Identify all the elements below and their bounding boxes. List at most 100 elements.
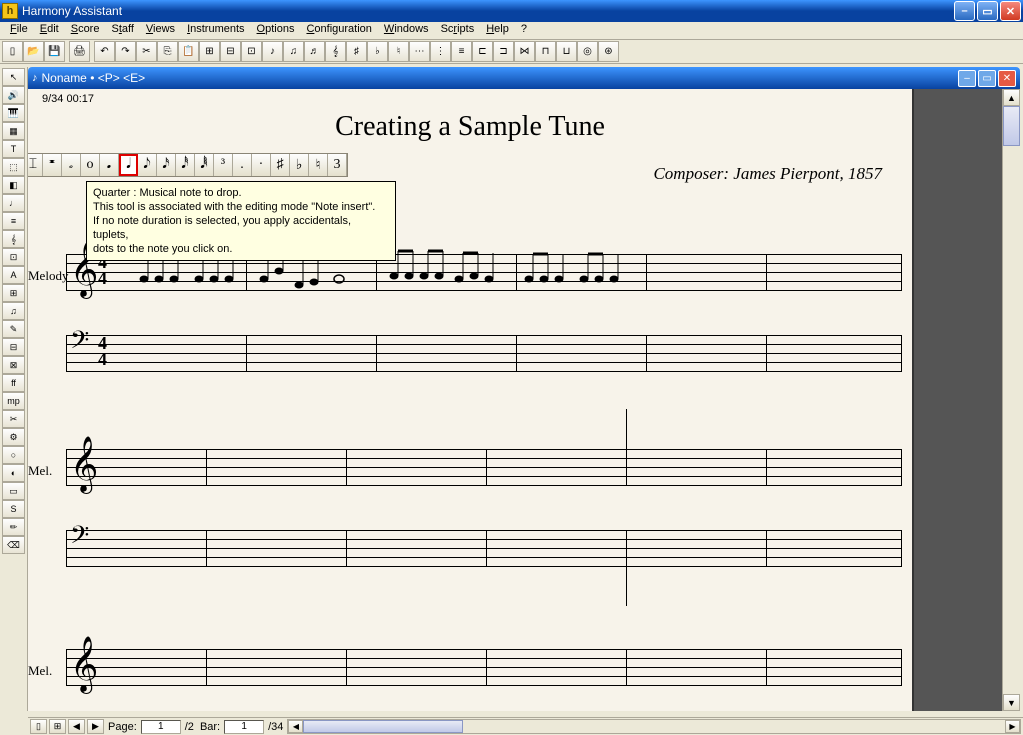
tb-copy[interactable]: ⎘: [157, 41, 178, 62]
menu-views[interactable]: Views: [140, 22, 181, 39]
note-duration-6[interactable]: 𝅘𝅥𝅮: [138, 154, 157, 176]
menu-question[interactable]: ?: [515, 22, 533, 39]
staff-system-2[interactable]: Mel. 𝄞 𝄢: [66, 449, 902, 566]
note-duration-12[interactable]: ·: [252, 154, 271, 176]
left-tool-22[interactable]: ◐: [2, 464, 25, 482]
note-duration-8[interactable]: 𝅘𝅥𝅰: [176, 154, 195, 176]
left-tool-12[interactable]: ⊞: [2, 284, 25, 302]
vertical-scrollbar[interactable]: ▲ ▼: [1002, 89, 1020, 711]
note-duration-7[interactable]: 𝅘𝅥𝅯: [157, 154, 176, 176]
doc-minimize-button[interactable]: –: [958, 70, 976, 87]
doc-maximize-button[interactable]: ▭: [978, 70, 996, 87]
save-button[interactable]: 💾: [44, 41, 65, 62]
maximize-button[interactable]: ▭: [977, 1, 998, 21]
note-duration-13[interactable]: ♯: [271, 154, 290, 176]
tb-11[interactable]: ♬: [304, 41, 325, 62]
scroll-right-button[interactable]: ▶: [1005, 720, 1020, 733]
tb-13[interactable]: ♯: [346, 41, 367, 62]
note-duration-16[interactable]: 3: [328, 154, 347, 176]
tb-paste[interactable]: 📋: [178, 41, 199, 62]
tb-21[interactable]: ⋈: [514, 41, 535, 62]
tb-24[interactable]: ◎: [577, 41, 598, 62]
left-tool-2[interactable]: 🎹: [2, 104, 25, 122]
left-tool-1[interactable]: 🔊: [2, 86, 25, 104]
menu-configuration[interactable]: Configuration: [300, 22, 377, 39]
left-tool-19[interactable]: ✂: [2, 410, 25, 428]
menu-options[interactable]: Options: [251, 22, 301, 39]
page-input[interactable]: [141, 720, 181, 734]
new-button[interactable]: ▯: [2, 41, 23, 62]
left-tool-14[interactable]: ✎: [2, 320, 25, 338]
tb-6[interactable]: ⊞: [199, 41, 220, 62]
note-duration-4[interactable]: 𝅘: [100, 154, 119, 176]
note-duration-1[interactable]: 𝄺: [43, 154, 62, 176]
menu-score[interactable]: Score: [65, 22, 106, 39]
sb-next-page[interactable]: ▶: [87, 719, 104, 734]
left-tool-24[interactable]: S: [2, 500, 25, 518]
left-tool-3[interactable]: ▦: [2, 122, 25, 140]
open-button[interactable]: 📂: [23, 41, 44, 62]
bass-staff-2[interactable]: 𝄢: [66, 530, 902, 566]
menu-windows[interactable]: Windows: [378, 22, 435, 39]
staff-system-1[interactable]: Melody 𝄞 44: [66, 254, 902, 371]
note-duration-15[interactable]: ♮: [309, 154, 328, 176]
left-tool-9[interactable]: 𝄞: [2, 230, 25, 248]
note-duration-14[interactable]: ♭: [290, 154, 309, 176]
doc-close-button[interactable]: ✕: [998, 70, 1016, 87]
tb-23[interactable]: ⊔: [556, 41, 577, 62]
tb-12[interactable]: 𝄞: [325, 41, 346, 62]
menu-help[interactable]: Help: [480, 22, 515, 39]
left-tool-16[interactable]: ⊠: [2, 356, 25, 374]
note-duration-9[interactable]: 𝅘𝅥𝅱: [195, 154, 214, 176]
left-tool-15[interactable]: ⊟: [2, 338, 25, 356]
bar-input[interactable]: [224, 720, 264, 734]
print-button[interactable]: 🖨: [69, 41, 90, 62]
left-tool-13[interactable]: ♫: [2, 302, 25, 320]
staff-system-3[interactable]: Mel. 𝄞: [66, 649, 902, 685]
close-button[interactable]: ✕: [1000, 1, 1021, 21]
menu-scripts[interactable]: Scripts: [435, 22, 481, 39]
tb-20[interactable]: ⊐: [493, 41, 514, 62]
sb-prev-page[interactable]: ◀: [68, 719, 85, 734]
score-page[interactable]: 9/34 00:17 Creating a Sample Tune Compos…: [28, 89, 912, 711]
left-tool-5[interactable]: ⬚: [2, 158, 25, 176]
tb-cut[interactable]: ✂: [136, 41, 157, 62]
left-tool-23[interactable]: ▭: [2, 482, 25, 500]
left-tool-10[interactable]: ⊡: [2, 248, 25, 266]
treble-staff-3[interactable]: 𝄞: [66, 649, 902, 685]
sb-btn-2[interactable]: ⊞: [49, 719, 66, 734]
tb-22[interactable]: ⊓: [535, 41, 556, 62]
treble-staff-2[interactable]: 𝄞: [66, 449, 902, 485]
note-duration-11[interactable]: .: [233, 154, 252, 176]
redo-button[interactable]: ↷: [115, 41, 136, 62]
tb-16[interactable]: ⋯: [409, 41, 430, 62]
tb-19[interactable]: ⊏: [472, 41, 493, 62]
undo-button[interactable]: ↶: [94, 41, 115, 62]
menu-instruments[interactable]: Instruments: [181, 22, 250, 39]
tb-25[interactable]: ⊛: [598, 41, 619, 62]
scroll-thumb[interactable]: [1003, 106, 1020, 146]
tb-8[interactable]: ⊡: [241, 41, 262, 62]
tb-15[interactable]: ♮: [388, 41, 409, 62]
menu-staff[interactable]: Staff: [105, 22, 139, 39]
left-tool-4[interactable]: T: [2, 140, 25, 158]
note-duration-2[interactable]: 𝅗: [62, 154, 81, 176]
scroll-track[interactable]: [1003, 146, 1020, 694]
menu-file[interactable]: File: [4, 22, 34, 39]
tb-17[interactable]: ⋮: [430, 41, 451, 62]
h-scroll-thumb[interactable]: [303, 720, 463, 733]
tb-18[interactable]: ≡: [451, 41, 472, 62]
left-tool-7[interactable]: ♩: [2, 194, 25, 212]
bass-staff-1[interactable]: 𝄢 44: [66, 335, 902, 371]
note-duration-0[interactable]: ⌶: [28, 154, 43, 176]
left-tool-0[interactable]: ↖: [2, 68, 25, 86]
menu-edit[interactable]: Edit: [34, 22, 65, 39]
scroll-left-button[interactable]: ◀: [288, 720, 303, 733]
left-tool-25[interactable]: ✏: [2, 518, 25, 536]
left-tool-18[interactable]: mp: [2, 392, 25, 410]
left-tool-8[interactable]: ≡: [2, 212, 25, 230]
tb-14[interactable]: ♭: [367, 41, 388, 62]
tb-9[interactable]: ♪: [262, 41, 283, 62]
tb-7[interactable]: ⊟: [220, 41, 241, 62]
tb-10[interactable]: ♫: [283, 41, 304, 62]
